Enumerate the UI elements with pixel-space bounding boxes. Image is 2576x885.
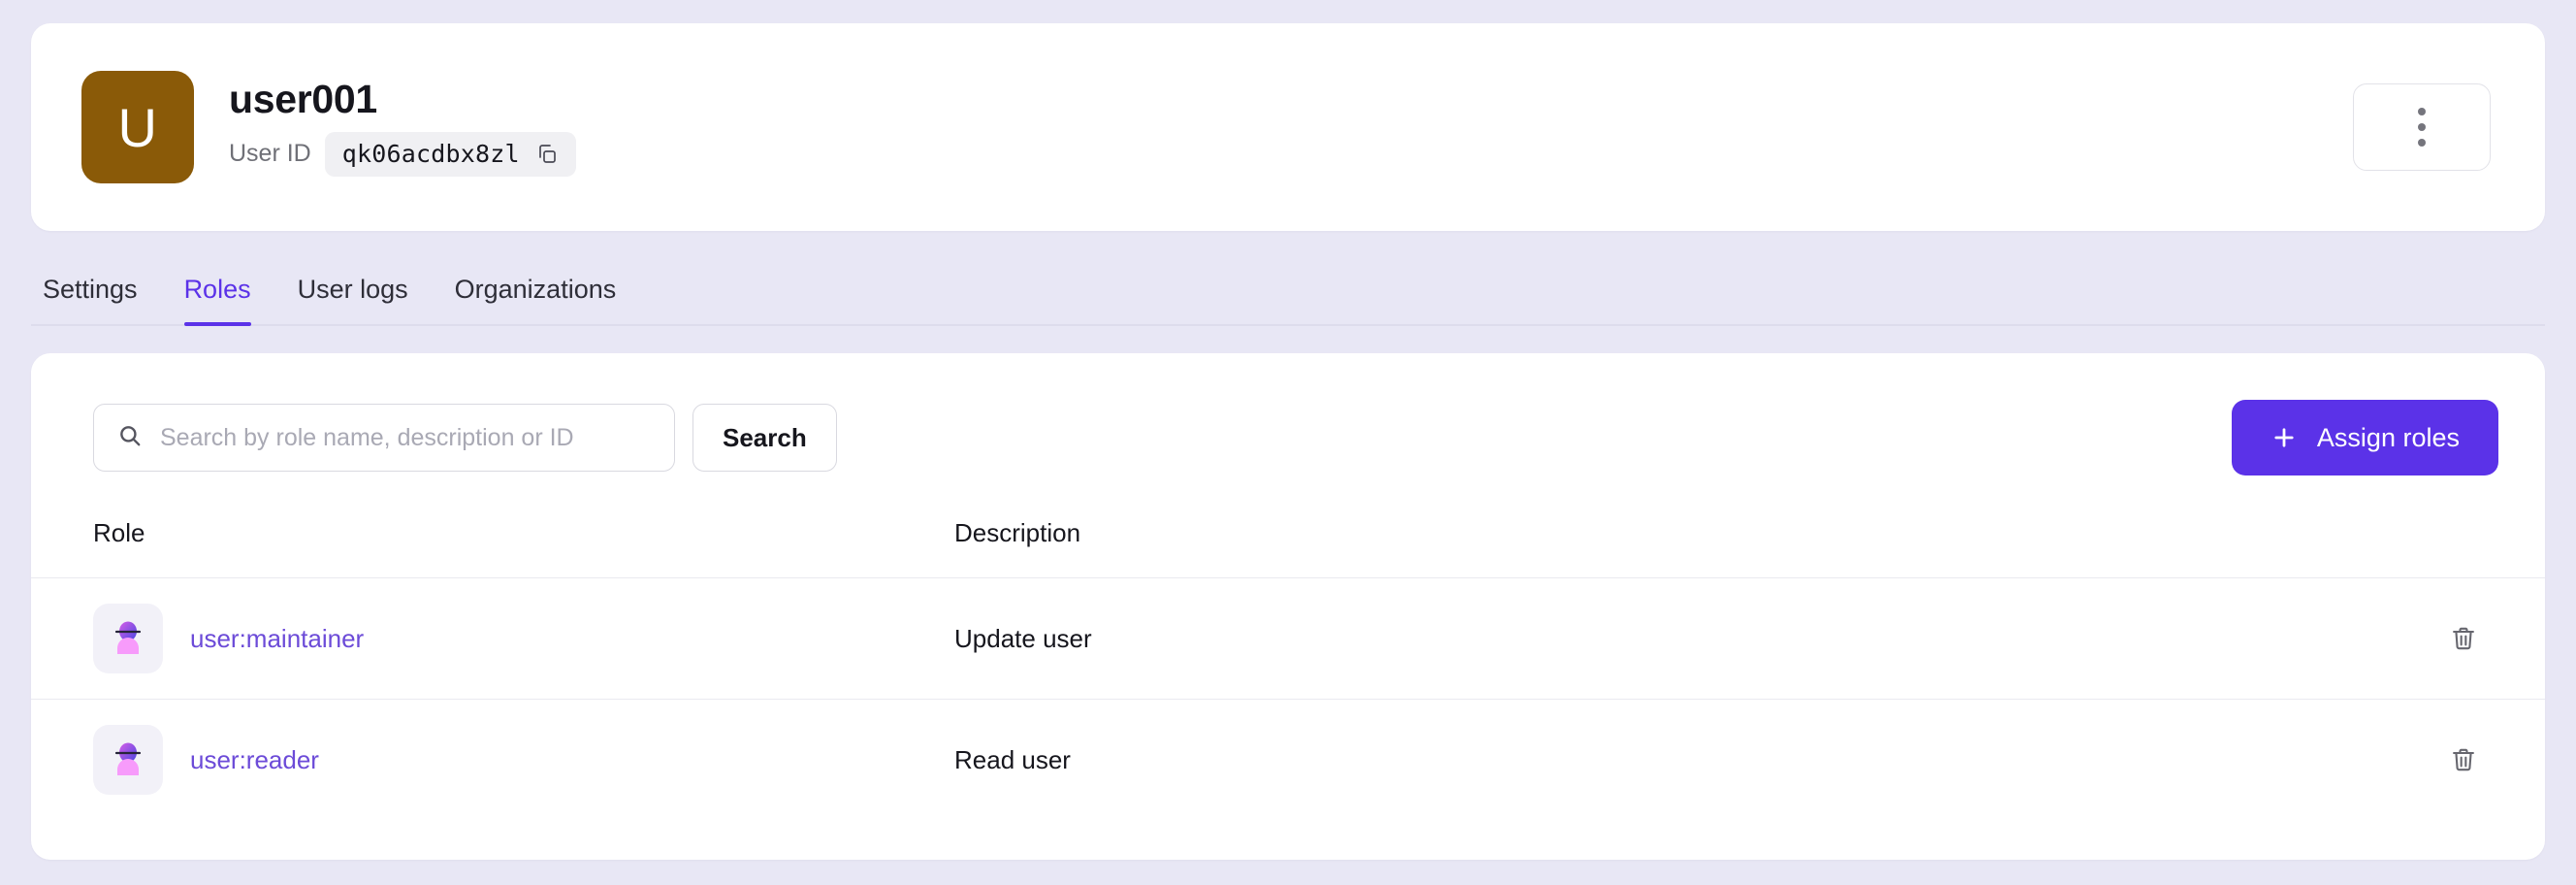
plus-icon — [2270, 424, 2298, 451]
roles-panel: Search Assign roles Role Description — [31, 353, 2545, 860]
description-cell: Read user — [954, 700, 2370, 821]
assign-roles-label: Assign roles — [2317, 423, 2460, 453]
avatar: U — [81, 71, 194, 183]
user-identity: U user001 User ID qk06acdbx8zl — [81, 71, 576, 183]
user-id-label: User ID — [229, 140, 311, 168]
table-header-row: Role Description — [31, 518, 2545, 578]
role-cell: user:maintainer — [31, 578, 954, 700]
tab-roles[interactable]: Roles — [161, 275, 274, 324]
table-head: Role Description — [31, 518, 2545, 578]
search-group: Search — [93, 404, 837, 472]
role-link[interactable]: user:reader — [190, 745, 319, 775]
assign-roles-button[interactable]: Assign roles — [2232, 400, 2498, 475]
role-avatar-icon — [93, 604, 163, 673]
copy-icon[interactable] — [535, 143, 559, 166]
search-button[interactable]: Search — [692, 404, 837, 472]
tab-organizations[interactable]: Organizations — [432, 275, 640, 324]
trash-icon[interactable] — [2444, 619, 2483, 658]
table-row: user:reader Read user — [31, 700, 2545, 821]
kebab-dot-2 — [2418, 123, 2426, 131]
tab-user-logs[interactable]: User logs — [274, 275, 432, 324]
kebab-dot-1 — [2418, 108, 2426, 115]
search-icon — [117, 423, 143, 453]
column-header-role: Role — [31, 518, 954, 578]
column-header-actions — [2370, 518, 2545, 578]
user-id-value: qk06acdbx8zl — [342, 140, 520, 168]
role-cell-inner: user:maintainer — [93, 604, 954, 673]
actions-cell — [2370, 700, 2545, 821]
table-body: user:maintainer Update user — [31, 578, 2545, 821]
description-text: Read user — [954, 745, 1071, 774]
roles-table: Role Description — [31, 518, 2545, 820]
user-header-card: U user001 User ID qk06acdbx8zl — [31, 23, 2545, 231]
description-cell: Update user — [954, 578, 2370, 700]
table-row: user:maintainer Update user — [31, 578, 2545, 700]
tab-settings[interactable]: Settings — [37, 275, 161, 324]
actions-cell — [2370, 578, 2545, 700]
page-title: user001 — [229, 78, 576, 122]
identity-text: user001 User ID qk06acdbx8zl — [229, 78, 576, 177]
user-id-chip: qk06acdbx8zl — [325, 132, 576, 177]
kebab-menu-button[interactable] — [2353, 83, 2491, 171]
kebab-dot-3 — [2418, 139, 2426, 147]
user-id-row: User ID qk06acdbx8zl — [229, 132, 576, 177]
role-link[interactable]: user:maintainer — [190, 624, 364, 654]
role-avatar-icon — [93, 725, 163, 795]
description-text: Update user — [954, 624, 1092, 653]
trash-icon[interactable] — [2444, 740, 2483, 779]
role-cell: user:reader — [31, 700, 954, 821]
role-cell-inner: user:reader — [93, 725, 954, 795]
page-root: U user001 User ID qk06acdbx8zl — [0, 0, 2576, 885]
tab-bar: Settings Roles User logs Organizations — [31, 258, 2545, 326]
search-box[interactable] — [93, 404, 675, 472]
column-header-description: Description — [954, 518, 2370, 578]
search-input[interactable] — [160, 424, 651, 452]
roles-toolbar: Search Assign roles — [31, 353, 2545, 518]
